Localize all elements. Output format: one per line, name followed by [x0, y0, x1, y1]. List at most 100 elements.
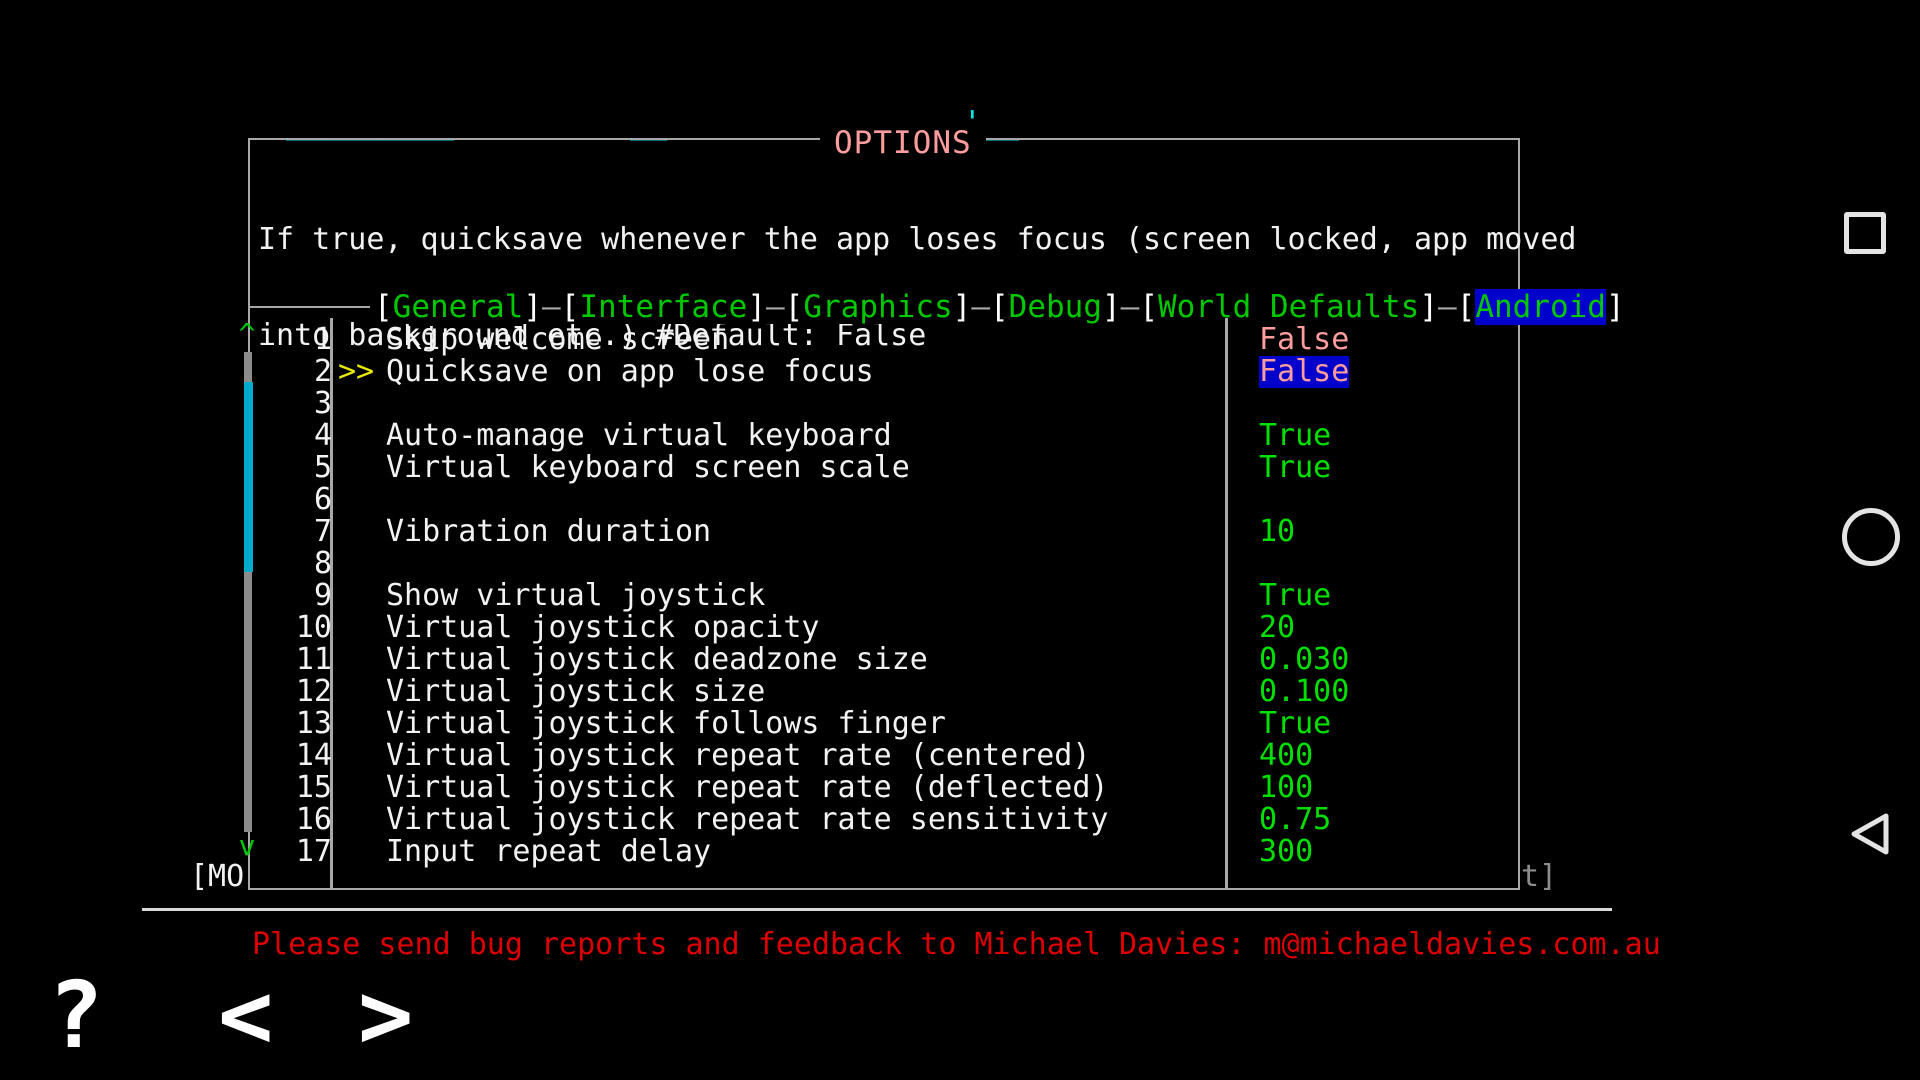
option-row-label: Quicksave on app lose focus	[386, 354, 874, 389]
tab-graphics[interactable]: [Graphics]	[785, 290, 972, 324]
option-row[interactable]: 16 Virtual joystick repeat rate sensitivi…	[248, 804, 1528, 836]
option-row-label: Vibration duration	[386, 514, 712, 549]
tab-label: Debug	[1008, 289, 1102, 325]
option-row-number: 3	[313, 386, 332, 421]
tab-bracket-left: [	[1139, 289, 1159, 325]
option-row-number: 1	[313, 322, 332, 357]
tab-label: Interface	[579, 289, 748, 325]
options-list: 1 Skip welcome screen False 2 >> Quicksave on…	[248, 324, 1528, 868]
option-row-number: 15	[295, 770, 332, 805]
page-title: OPTIONS	[820, 128, 986, 159]
option-row-number: 10	[295, 610, 332, 645]
option-row-value[interactable]: 400	[1259, 740, 1313, 772]
option-row[interactable]: 12 Virtual joystick size 0.100	[248, 676, 1528, 708]
tab-separator: —	[971, 289, 990, 325]
option-row[interactable]: 14 Virtual joystick repeat rate (centered…	[248, 740, 1528, 772]
option-row-number: 13	[295, 706, 332, 741]
map-fragment-a: _________	[286, 105, 454, 141]
option-row-value[interactable]: False	[1259, 324, 1349, 356]
next-page-button[interactable]: >	[358, 970, 413, 1062]
tab-world-defaults[interactable]: [World Defaults]	[1139, 290, 1438, 324]
option-row[interactable]: 8	[248, 548, 1528, 580]
footer-rule	[142, 908, 1612, 911]
tab-bracket-right: ]	[1419, 289, 1438, 325]
option-row-number: 8	[313, 546, 332, 581]
tab-general[interactable]: [General]	[374, 290, 542, 324]
option-row[interactable]: 6	[248, 484, 1528, 516]
option-row-label: Virtual keyboard screen scale	[386, 450, 910, 485]
tab-label: General	[392, 289, 524, 325]
option-row-value[interactable]: True	[1259, 580, 1331, 612]
window-corner-right-label: t]	[1521, 859, 1558, 894]
tab-bracket-left: [	[784, 289, 804, 325]
option-row-number: 5	[313, 450, 332, 485]
option-row[interactable]: 1 Skip welcome screen False	[248, 324, 1528, 356]
app-screen: _________ __ '__ OPTIONS If true, quicks…	[0, 0, 1920, 1080]
option-row-number: 4	[313, 418, 332, 453]
option-row-label: Virtual joystick size	[386, 674, 766, 709]
tab-debug[interactable]: [Debug]	[990, 290, 1121, 324]
tab-android[interactable]: [Android]	[1456, 289, 1625, 325]
option-row-number: 12	[295, 674, 332, 709]
list-bottom-rule	[248, 888, 1520, 890]
option-row-value[interactable]: False	[1259, 356, 1350, 388]
row-cursor-icon: >>	[338, 354, 375, 389]
tab-separator: —	[1120, 289, 1140, 325]
tab-bracket-right: ]	[952, 289, 972, 325]
option-row-value[interactable]: 0.75	[1259, 804, 1331, 836]
window-corner-left-label: [MO	[190, 859, 245, 894]
back-triangle-svg	[1851, 813, 1889, 855]
option-row-value[interactable]: True	[1259, 420, 1331, 452]
footer-message: Please send bug reports and feedback to …	[252, 927, 1661, 962]
option-row-value[interactable]: 300	[1259, 836, 1313, 868]
tab-bracket-left: [	[374, 289, 393, 325]
option-row-number: 14	[295, 738, 332, 773]
option-row-value[interactable]: True	[1259, 452, 1331, 484]
option-row-value[interactable]: 0.100	[1259, 676, 1349, 708]
option-row-number: 16	[295, 802, 332, 837]
option-row-label: Skip welcome screen	[386, 322, 730, 357]
option-row-value[interactable]: 0.030	[1259, 644, 1349, 676]
option-row-label: Virtual joystick deadzone size	[386, 642, 928, 677]
option-row-number: 11	[295, 642, 332, 677]
tab-bracket-left: [	[1456, 289, 1476, 325]
option-row[interactable]: 5 Virtual keyboard screen scale True	[248, 452, 1528, 484]
option-row-value[interactable]: True	[1259, 708, 1331, 740]
option-row-label: Input repeat delay	[386, 834, 712, 869]
tab-bracket-right: ]	[1605, 289, 1625, 325]
option-row[interactable]: 13 Virtual joystick follows finger True	[248, 708, 1528, 740]
option-description-line-1: If true, quicksave whenever the app lose…	[258, 222, 1577, 257]
option-row-number: 7	[313, 514, 332, 549]
home-circle-icon[interactable]	[1842, 508, 1900, 566]
android-navigation-bar	[1824, 0, 1920, 1080]
tab-separator: —	[1437, 289, 1457, 325]
option-row[interactable]: 15 Virtual joystick repeat rate (deflecte…	[248, 772, 1528, 804]
option-row-value[interactable]: 100	[1259, 772, 1313, 804]
tab-bracket-left: [	[990, 289, 1009, 325]
option-row[interactable]: 10 Virtual joystick opacity 20	[248, 612, 1528, 644]
recents-square-icon[interactable]	[1844, 212, 1886, 254]
previous-page-button[interactable]: <	[218, 970, 273, 1062]
option-row-label: Virtual joystick repeat rate (deflected)	[386, 770, 1109, 805]
option-row-label: Virtual joystick follows finger	[386, 706, 946, 741]
option-row[interactable]: 7 Vibration duration 10	[248, 516, 1528, 548]
option-row-value[interactable]: 20	[1259, 612, 1295, 644]
option-row[interactable]: 3	[248, 388, 1528, 420]
tab-interface[interactable]: [Interface]	[561, 290, 766, 324]
tabbar: [General] — [Interface] — [Graphics] — [Debug]…	[370, 289, 1629, 325]
tab-separator: —	[542, 289, 561, 325]
tab-bracket-right: ]	[1102, 289, 1121, 325]
help-button[interactable]: ?	[48, 970, 103, 1062]
option-row[interactable]: 9 Show virtual joystick True	[248, 580, 1528, 612]
option-row-label: Virtual joystick repeat rate sensitivity	[386, 802, 1109, 837]
tab-bracket-right: ]	[747, 289, 766, 325]
option-row[interactable]: 4 Auto-manage virtual keyboard True	[248, 420, 1528, 452]
option-row[interactable]: 11 Virtual joystick deadzone size 0.030	[248, 644, 1528, 676]
option-row-value[interactable]: 10	[1259, 516, 1295, 548]
option-row-label: Virtual joystick repeat rate (centered)	[386, 738, 1091, 773]
option-row[interactable]: 2 >> Quicksave on app lose focus False	[248, 356, 1528, 388]
back-triangle-icon[interactable]	[1842, 806, 1898, 862]
tab-label: World Defaults	[1158, 289, 1420, 325]
option-row[interactable]: 17 Input repeat delay 300	[248, 836, 1528, 868]
option-row-label: Show virtual joystick	[386, 578, 766, 613]
